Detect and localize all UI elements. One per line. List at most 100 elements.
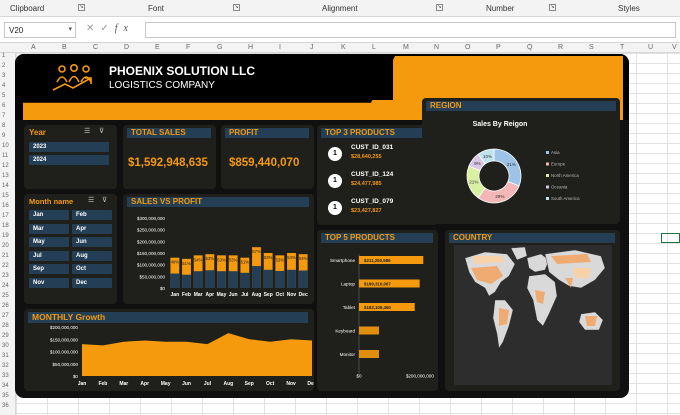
slicer-item-dec[interactable]: Dec [72,277,112,288]
column-header[interactable]: P [496,44,501,51]
row-header[interactable]: 27 [2,313,9,319]
top3-name: CUST_ID_124 [351,171,394,178]
slicer-item-sep[interactable]: Sep [29,264,69,274]
row-header[interactable]: 18 [2,223,9,229]
column-header[interactable]: I [279,44,281,51]
row-header[interactable]: 28 [2,323,9,329]
row-header[interactable]: 33 [2,373,9,379]
column-header[interactable]: U [648,44,653,51]
slicer-item-feb[interactable]: Feb [72,210,112,220]
row-header[interactable]: 26 [2,303,9,309]
column-header[interactable]: O [465,44,470,51]
column-header[interactable]: R [558,44,563,51]
row-header[interactable]: 22 [2,263,9,269]
row-header[interactable]: 29 [2,333,9,339]
row-header[interactable]: 17 [2,213,9,219]
check-icon[interactable]: ✓ [100,23,114,34]
row-header[interactable]: 19 [2,233,9,239]
column-header[interactable]: J [310,44,314,51]
row-header[interactable]: 9 [2,133,5,139]
column-header[interactable]: K [341,44,346,51]
column-header[interactable]: G [217,44,222,51]
column-header[interactable]: D [124,44,129,51]
row-header[interactable]: 21 [2,253,9,259]
row-header[interactable]: 11 [2,153,8,159]
row-header[interactable]: 13 [2,173,9,179]
row-header[interactable]: 14 [2,183,9,189]
column-header[interactable]: E [155,44,160,51]
chevron-down-icon[interactable]: ▾ [68,25,72,33]
company-name: PHOENIX SOLUTION LLC [109,64,256,78]
slicer-item-nov[interactable]: Nov [29,277,69,288]
column-header[interactable]: B [62,44,67,51]
ribbon-group-number[interactable]: Number [486,4,514,13]
column-header[interactable]: T [620,44,624,51]
column-header[interactable]: C [93,44,98,51]
row-header[interactable]: 24 [2,283,9,289]
row-header[interactable]: 4 [2,83,5,89]
row-header[interactable]: 31 [2,353,9,359]
row-header[interactable]: 23 [2,273,9,279]
row-header[interactable]: 6 [2,103,5,109]
multi-select-icon[interactable]: ☰ [84,127,90,135]
row-header[interactable]: 16 [2,203,9,209]
dialog-launcher-icon[interactable]: ↘ [78,4,85,11]
row-header[interactable]: 10 [2,143,9,149]
row-header[interactable]: 36 [2,403,9,409]
slicer-item-aug[interactable]: Aug [72,250,112,261]
row-header[interactable]: 35 [2,393,9,399]
column-header[interactable]: Q [527,44,532,51]
year-slicer: Year ☰ ⊽ 2023 2024 [24,125,117,189]
column-header[interactable]: L [372,44,376,51]
slicer-item-apr[interactable]: Apr [72,223,112,234]
column-header[interactable]: A [31,44,36,51]
top5-chart: Smartphone $211,250,986 Laptop $199,310,067… [330,254,434,379]
row-header[interactable]: 5 [2,93,5,99]
slicer-item-2023[interactable]: 2023 [29,142,109,152]
selected-cell[interactable] [661,233,680,243]
column-header[interactable]: V [672,44,677,51]
row-header[interactable]: 12 [2,163,9,169]
column-header[interactable]: S [589,44,594,51]
slicer-item-2024[interactable]: 2024 [29,155,109,165]
year-slicer-title: Year [29,128,46,137]
column-header[interactable]: H [248,44,253,51]
ribbon-group-styles[interactable]: Styles [618,4,640,13]
ribbon-group-clipboard[interactable]: Clipboard [10,4,44,13]
row-header[interactable]: 7 [2,113,5,119]
slicer-item-jun[interactable]: Jun [72,237,112,247]
row-header[interactable]: 20 [2,243,9,249]
clear-filter-icon[interactable]: ⊽ [99,127,104,135]
column-header[interactable]: F [186,44,190,51]
ribbon-group-font[interactable]: Font [148,4,164,13]
formula-input[interactable] [145,22,676,38]
slicer-item-oct[interactable]: Oct [72,264,112,274]
row-header[interactable]: 32 [2,363,9,369]
row-header[interactable]: 3 [2,73,5,79]
top3-value: $28,640,255 [351,154,382,160]
row-header[interactable]: 1 [2,53,5,59]
dialog-launcher-icon[interactable]: ↘ [233,4,240,11]
name-box[interactable]: V20 ▾ [4,22,76,38]
dialog-launcher-icon[interactable]: ↘ [549,4,556,11]
row-header[interactable]: 25 [2,293,9,299]
row-header[interactable]: 34 [2,383,9,389]
multi-select-icon[interactable]: ☰ [88,196,94,204]
cancel-icon[interactable]: ✕ [86,23,100,34]
row-header[interactable]: 8 [2,123,5,129]
slicer-item-mar[interactable]: Mar [29,223,69,234]
profit-value: $859,440,070 [229,157,300,169]
row-header[interactable]: 30 [2,343,9,349]
ribbon-group-alignment[interactable]: Alignment [322,4,358,13]
column-header[interactable]: M [403,44,409,51]
data-label: $199,310,067 [364,281,391,286]
row-header[interactable]: 2 [2,63,5,69]
slicer-item-jul[interactable]: Jul [29,250,69,261]
row-header[interactable]: 15 [2,193,9,199]
dialog-launcher-icon[interactable]: ↘ [436,4,443,11]
clear-filter-icon[interactable]: ⊽ [102,196,107,204]
slicer-item-may[interactable]: May [29,237,69,247]
column-header[interactable]: N [434,44,439,51]
fx-icon[interactable]: fx [115,23,134,34]
slicer-item-jan[interactable]: Jan [29,210,69,220]
